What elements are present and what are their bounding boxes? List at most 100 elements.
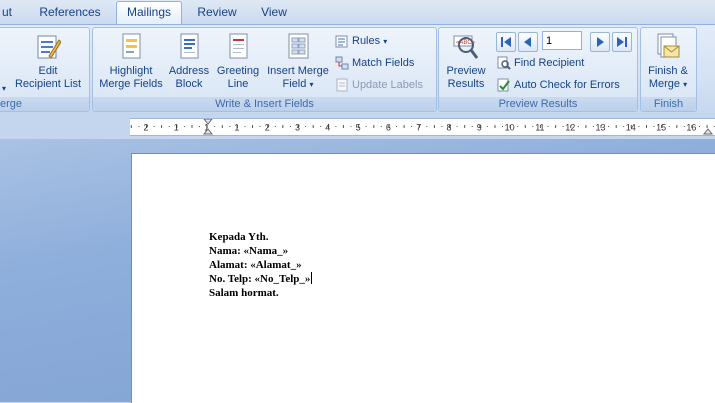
tab-layout[interactable]: ut (0, 3, 14, 23)
ruler-tick (608, 126, 610, 127)
start-mail-merge-group: Edit Recipient List ▾ erge (0, 27, 90, 112)
record-number-input[interactable] (542, 31, 582, 50)
document-text[interactable]: Kepada Yth. Nama: «Nama_» Alamat: «Alama… (209, 230, 313, 300)
address-block-button[interactable]: Address Block (167, 30, 211, 96)
ruler-tick (638, 126, 640, 127)
finish-label-1: Finish & (648, 65, 688, 77)
ruler-tick (252, 125, 253, 128)
ruler-tick (130, 125, 132, 128)
preview-results-button[interactable]: «ABC» Preview Results (441, 30, 491, 96)
find-recipient-label: Find Recipient (514, 57, 585, 69)
dropdown-arrow-icon[interactable]: ▾ (2, 84, 6, 93)
edit-recipient-list-button[interactable]: Edit Recipient List (9, 30, 87, 96)
ruler-tick (199, 126, 200, 127)
ruler-tick (153, 126, 155, 127)
auto-check-errors-button[interactable]: Auto Check for Errors (497, 76, 620, 94)
next-record-icon (597, 37, 604, 47)
preview-group-label: Preview Results (439, 97, 637, 111)
doc-line: Nama: «Nama_» (209, 245, 289, 257)
address-label-2: Block (175, 78, 203, 90)
finish-label-2: Merge (648, 78, 681, 90)
preview-results-group: «ABC» Preview Results 1 Find Recipient A… (438, 27, 638, 112)
greeting-line-button[interactable]: Greeting Line (213, 30, 263, 96)
greeting-label-1: Greeting (216, 65, 260, 77)
tab-view[interactable]: View (258, 3, 290, 23)
first-record-icon (501, 37, 511, 47)
text-cursor (311, 272, 313, 284)
auto-check-label: Auto Check for Errors (514, 79, 620, 91)
ruler-tick (555, 125, 557, 128)
horizontal-ruler[interactable]: 2 1 1 1 2 3 4 5 6 7 8 9 10 11 12 13 14 15 16 (130, 118, 715, 136)
rules-icon (335, 35, 348, 48)
preview-label-2: Results (447, 78, 485, 90)
ruler-tick (335, 126, 337, 127)
tab-review[interactable]: Review (196, 3, 238, 23)
match-fields-button[interactable]: Match Fields (335, 54, 414, 72)
doc-line: Alamat: «Alamat_» (209, 259, 302, 271)
chevron-down-icon: ▾ (383, 37, 388, 46)
find-recipient-button[interactable]: Find Recipient (497, 54, 584, 72)
previous-record-button[interactable] (518, 32, 538, 52)
ruler-tick (426, 126, 428, 127)
match-fields-icon (335, 56, 349, 70)
ruler-ticks: 2 1 1 1 2 3 4 5 6 7 8 9 10 11 12 13 14 15 16 (130, 118, 715, 135)
doc-line-with-caret: No. Telp: «No_Telp_» (209, 272, 313, 286)
update-labels-label: Update Labels (352, 79, 423, 91)
tab-references[interactable]: References (38, 3, 102, 23)
ruler-tick (161, 125, 163, 128)
finish-group: Finish & Merge ▾ Finish (640, 27, 697, 112)
tab-mailings[interactable]: Mailings (116, 1, 182, 25)
doc-line: Kepada Yth. (209, 231, 269, 243)
insert-field-label-2: Field (282, 78, 307, 90)
ruler-tick (471, 126, 473, 127)
last-record-button[interactable] (612, 32, 632, 52)
ruler-tick (396, 126, 397, 127)
ruler-number: 3 (295, 123, 300, 133)
next-record-button[interactable] (590, 32, 610, 52)
preview-label-1: Preview (446, 65, 486, 77)
update-labels-icon (336, 78, 348, 92)
ruler-tick (191, 125, 193, 128)
insert-merge-field-button[interactable]: Insert Merge Field ▾ (263, 30, 333, 96)
finish-merge-button[interactable]: Finish & Merge ▾ (643, 30, 693, 96)
ruler-tick (653, 126, 655, 127)
ruler-number: 2 (143, 123, 148, 133)
ruler-tick (562, 126, 564, 127)
ruler-number: 13 (595, 123, 605, 133)
preview-magnifier-icon: «ABC» (453, 35, 479, 59)
ruler-tick (433, 125, 435, 128)
start-group-label: erge (0, 97, 89, 111)
ruler-number: 12 (565, 123, 575, 133)
ribbon-tab-bar: ut References Mailings Review View (0, 0, 715, 25)
last-record-icon (617, 37, 627, 47)
auto-check-icon (497, 78, 510, 92)
ruler-tick (646, 125, 647, 128)
ruler-number: 6 (386, 123, 391, 133)
ruler-tick (403, 125, 405, 128)
right-indent-marker-icon[interactable] (702, 128, 714, 135)
ruler-number: 15 (656, 123, 666, 133)
ruler-tick (373, 125, 375, 128)
ruler-tick (229, 126, 231, 127)
ruler-tick (168, 126, 170, 127)
ruler-tick (676, 125, 678, 128)
ruler-tick (577, 126, 579, 127)
ruler-number: 7 (416, 123, 421, 133)
ruler-tick (668, 126, 670, 127)
rules-button[interactable]: Rules ▾ (335, 32, 387, 50)
first-record-button[interactable] (496, 32, 516, 52)
ruler-tick (305, 126, 307, 127)
finish-merge-icon (657, 33, 680, 58)
ruler-number: 5 (356, 123, 361, 133)
ruler-tick (244, 126, 246, 127)
edit-recipient-label-1: Edit (38, 65, 58, 77)
ruler-tick (221, 125, 223, 128)
find-recipient-icon (497, 56, 511, 70)
ruler-tick (699, 126, 700, 127)
insert-field-label-1: Insert Merge (267, 65, 329, 77)
ruler-tick (274, 126, 276, 127)
ruler-tick (312, 125, 314, 128)
update-labels-button[interactable]: Update Labels (335, 76, 423, 94)
highlight-merge-fields-button[interactable]: Highlight Merge Fields (97, 30, 165, 96)
ruler-tick (183, 126, 185, 127)
